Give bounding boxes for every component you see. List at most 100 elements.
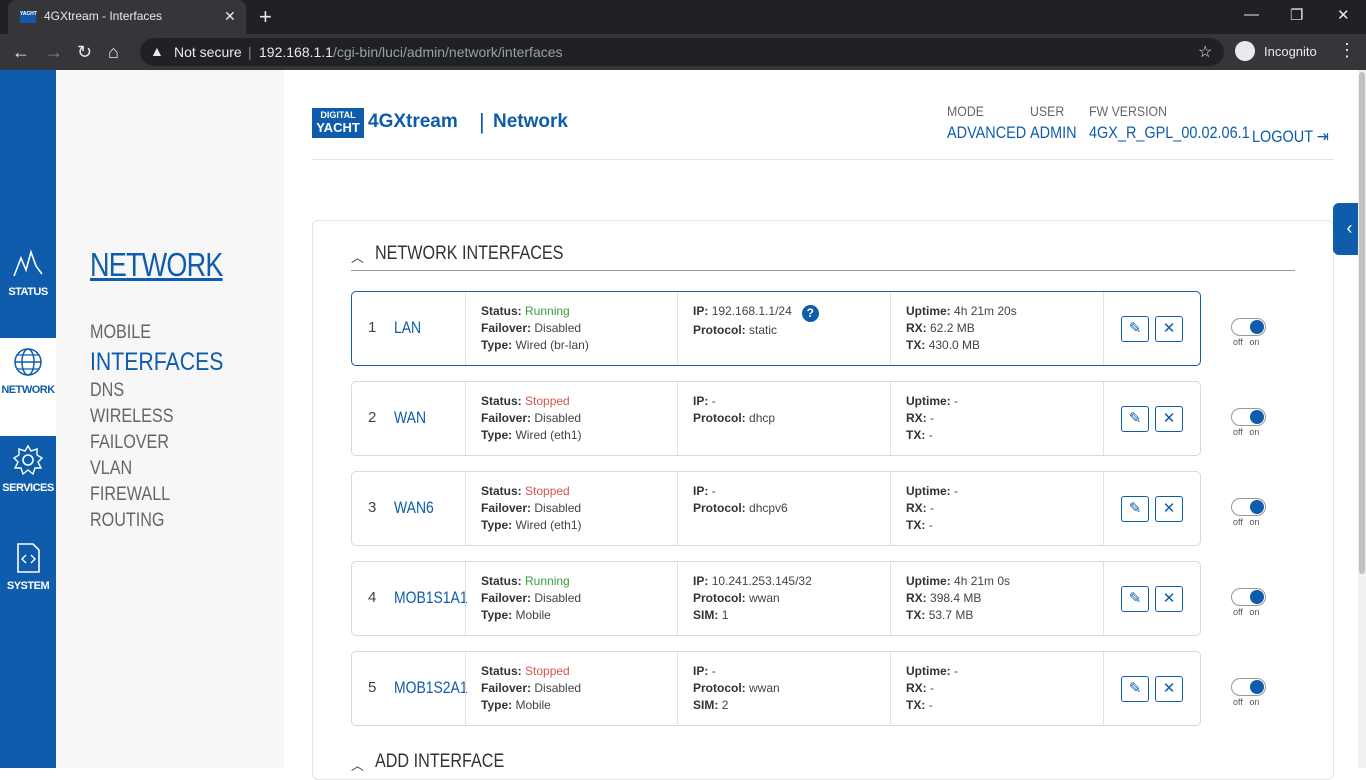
interface-ip-col: IP: - Protocol: dhcp <box>677 382 890 455</box>
home-icon[interactable]: ⌂ <box>108 40 119 64</box>
uptime-line: Uptime: - <box>906 663 1103 680</box>
delete-button[interactable]: ✕ <box>1155 586 1183 612</box>
delete-button[interactable]: ✕ <box>1155 496 1183 522</box>
chevron-up-icon[interactable]: ︿ <box>351 755 364 774</box>
nav-status[interactable]: STATUS <box>0 240 56 338</box>
nav-network[interactable]: NETWORK <box>0 338 56 436</box>
interface-enable-toggle[interactable] <box>1231 678 1266 696</box>
tab-close-icon[interactable]: ✕ <box>224 8 236 24</box>
sim-label: SIM: <box>693 698 719 712</box>
url-path: /cgi-bin/luci/admin/network/interfaces <box>332 44 563 60</box>
browser-menu-icon[interactable]: ⋮ <box>1338 40 1356 60</box>
submenu-item-wireless[interactable]: WIRELESS <box>90 404 223 430</box>
bookmark-star-icon[interactable]: ☆ <box>1198 42 1212 62</box>
interface-actions-col: ✎ ✕ <box>1103 472 1201 545</box>
submenu-item-firewall[interactable]: FIREWALL <box>90 482 223 508</box>
reload-icon[interactable]: ↻ <box>77 40 92 64</box>
interface-enable-toggle[interactable] <box>1231 408 1266 426</box>
submenu-item-routing[interactable]: ROUTING <box>90 508 223 534</box>
logout-button[interactable]: LOGOUT ⇥ <box>1252 127 1329 147</box>
submenu-item-dns[interactable]: DNS <box>90 378 223 404</box>
type-line: Type: Wired (eth1) <box>481 427 677 444</box>
nav-services[interactable]: SERVICES <box>0 436 56 534</box>
protocol-line: Protocol: dhcp <box>693 410 890 427</box>
tx-line: TX: - <box>906 427 1103 444</box>
restore-icon[interactable]: ❐ <box>1290 6 1303 24</box>
url-host: 192.168.1.1 <box>259 44 333 60</box>
rx-label: RX: <box>906 681 927 695</box>
warning-icon[interactable]: ▲ <box>150 43 164 59</box>
minimize-icon[interactable]: — <box>1244 6 1259 23</box>
back-icon[interactable]: ← <box>12 40 30 64</box>
interface-name[interactable]: MOB1S1A1 <box>394 588 468 608</box>
pencil-icon: ✎ <box>1128 320 1142 337</box>
toggle-knob <box>1250 320 1264 334</box>
address-bar[interactable]: ▲ Not secure | 192.168.1.1/cgi-bin/luci/… <box>140 38 1224 66</box>
edit-button[interactable]: ✎ <box>1121 586 1149 612</box>
type-value: Mobile <box>515 698 551 712</box>
failover-value: Disabled <box>534 591 582 605</box>
submenu-item-vlan[interactable]: VLAN <box>90 456 223 482</box>
interface-ip-col: IP: - Protocol: wwan SIM: 2 <box>677 652 890 725</box>
interface-row[interactable]: 4 MOB1S1A1 Status: Running Failover: Dis… <box>351 561 1201 636</box>
mode-value[interactable]: ADVANCED <box>947 123 1026 143</box>
toggle-labels: off on <box>1233 607 1260 617</box>
type-label: Type: <box>481 518 513 532</box>
protocol-label: Protocol: <box>693 681 746 695</box>
tab-title: 4GXtream - Interfaces <box>44 9 163 23</box>
interface-enable-toggle[interactable] <box>1231 498 1266 516</box>
network-interfaces-section-header[interactable]: ︿ NETWORK INTERFACES <box>351 241 1295 271</box>
browser-tab[interactable]: YACHT 4GXtream - Interfaces ✕ <box>8 0 246 34</box>
security-label[interactable]: Not secure <box>174 44 242 60</box>
interface-status-col: Status: Stopped Failover: Disabled Type:… <box>465 652 677 725</box>
ip-label: IP: <box>693 574 709 588</box>
digital-yacht-logo[interactable]: DIGITAL YACHT <box>312 108 364 138</box>
type-line: Type: Wired (eth1) <box>481 517 677 534</box>
interface-enable-toggle[interactable] <box>1231 318 1266 336</box>
status-value: Running <box>525 304 570 318</box>
status-line: Status: Stopped <box>481 393 677 410</box>
window-close-icon[interactable]: ✕ <box>1337 6 1350 24</box>
delete-button[interactable]: ✕ <box>1155 676 1183 702</box>
type-line: Type: Wired (br-lan) <box>481 337 677 354</box>
url-separator: | <box>248 44 252 60</box>
submenu-title[interactable]: NETWORK <box>90 246 223 284</box>
interface-name[interactable]: MOB1S2A1 <box>394 678 468 698</box>
type-value: Wired (eth1) <box>515 428 582 442</box>
failover-label: Failover: <box>481 501 532 515</box>
interface-row[interactable]: 1 LAN Status: Running Failover: Disabled… <box>351 291 1201 366</box>
interface-row[interactable]: 5 MOB1S2A1 Status: Stopped Failover: Dis… <box>351 651 1201 726</box>
interface-enable-toggle[interactable] <box>1231 588 1266 606</box>
edit-button[interactable]: ✎ <box>1121 496 1149 522</box>
interface-name[interactable]: WAN6 <box>394 498 434 518</box>
incognito-icon[interactable] <box>1235 41 1255 61</box>
tx-label: TX: <box>906 698 926 712</box>
interface-traffic-col: Uptime: - RX: - TX: - <box>890 472 1103 545</box>
chevron-up-icon[interactable]: ︿ <box>351 247 364 266</box>
submenu-item-failover[interactable]: FAILOVER <box>90 430 223 456</box>
profile-label[interactable]: Incognito <box>1264 44 1317 59</box>
delete-button[interactable]: ✕ <box>1155 316 1183 342</box>
type-label: Type: <box>481 608 513 622</box>
interface-number: 4 <box>368 589 377 606</box>
tx-line: TX: 53.7 MB <box>906 607 1103 624</box>
submenu-item-interfaces[interactable]: INTERFACES <box>90 346 223 378</box>
interface-name[interactable]: LAN <box>394 318 421 338</box>
tx-line: TX: - <box>906 697 1103 714</box>
interface-name[interactable]: WAN <box>394 408 426 428</box>
uptime-line: Uptime: 4h 21m 20s <box>906 303 1103 320</box>
help-icon[interactable]: ? <box>801 305 819 322</box>
forward-icon[interactable]: → <box>45 40 63 64</box>
edit-button[interactable]: ✎ <box>1121 406 1149 432</box>
submenu-item-mobile[interactable]: MOBILE <box>90 320 223 346</box>
page-scrollbar-thumb[interactable] <box>1359 72 1365 574</box>
favicon-icon: YACHT <box>20 11 37 23</box>
interface-row[interactable]: 3 WAN6 Status: Stopped Failover: Disable… <box>351 471 1201 546</box>
edit-button[interactable]: ✎ <box>1121 316 1149 342</box>
interface-row[interactable]: 2 WAN Status: Stopped Failover: Disabled… <box>351 381 1201 456</box>
new-tab-icon[interactable]: + <box>259 5 272 29</box>
edit-button[interactable]: ✎ <box>1121 676 1149 702</box>
delete-button[interactable]: ✕ <box>1155 406 1183 432</box>
url-text[interactable]: 192.168.1.1/cgi-bin/luci/admin/network/i… <box>259 44 563 60</box>
nav-system[interactable]: SYSTEM <box>0 534 56 632</box>
